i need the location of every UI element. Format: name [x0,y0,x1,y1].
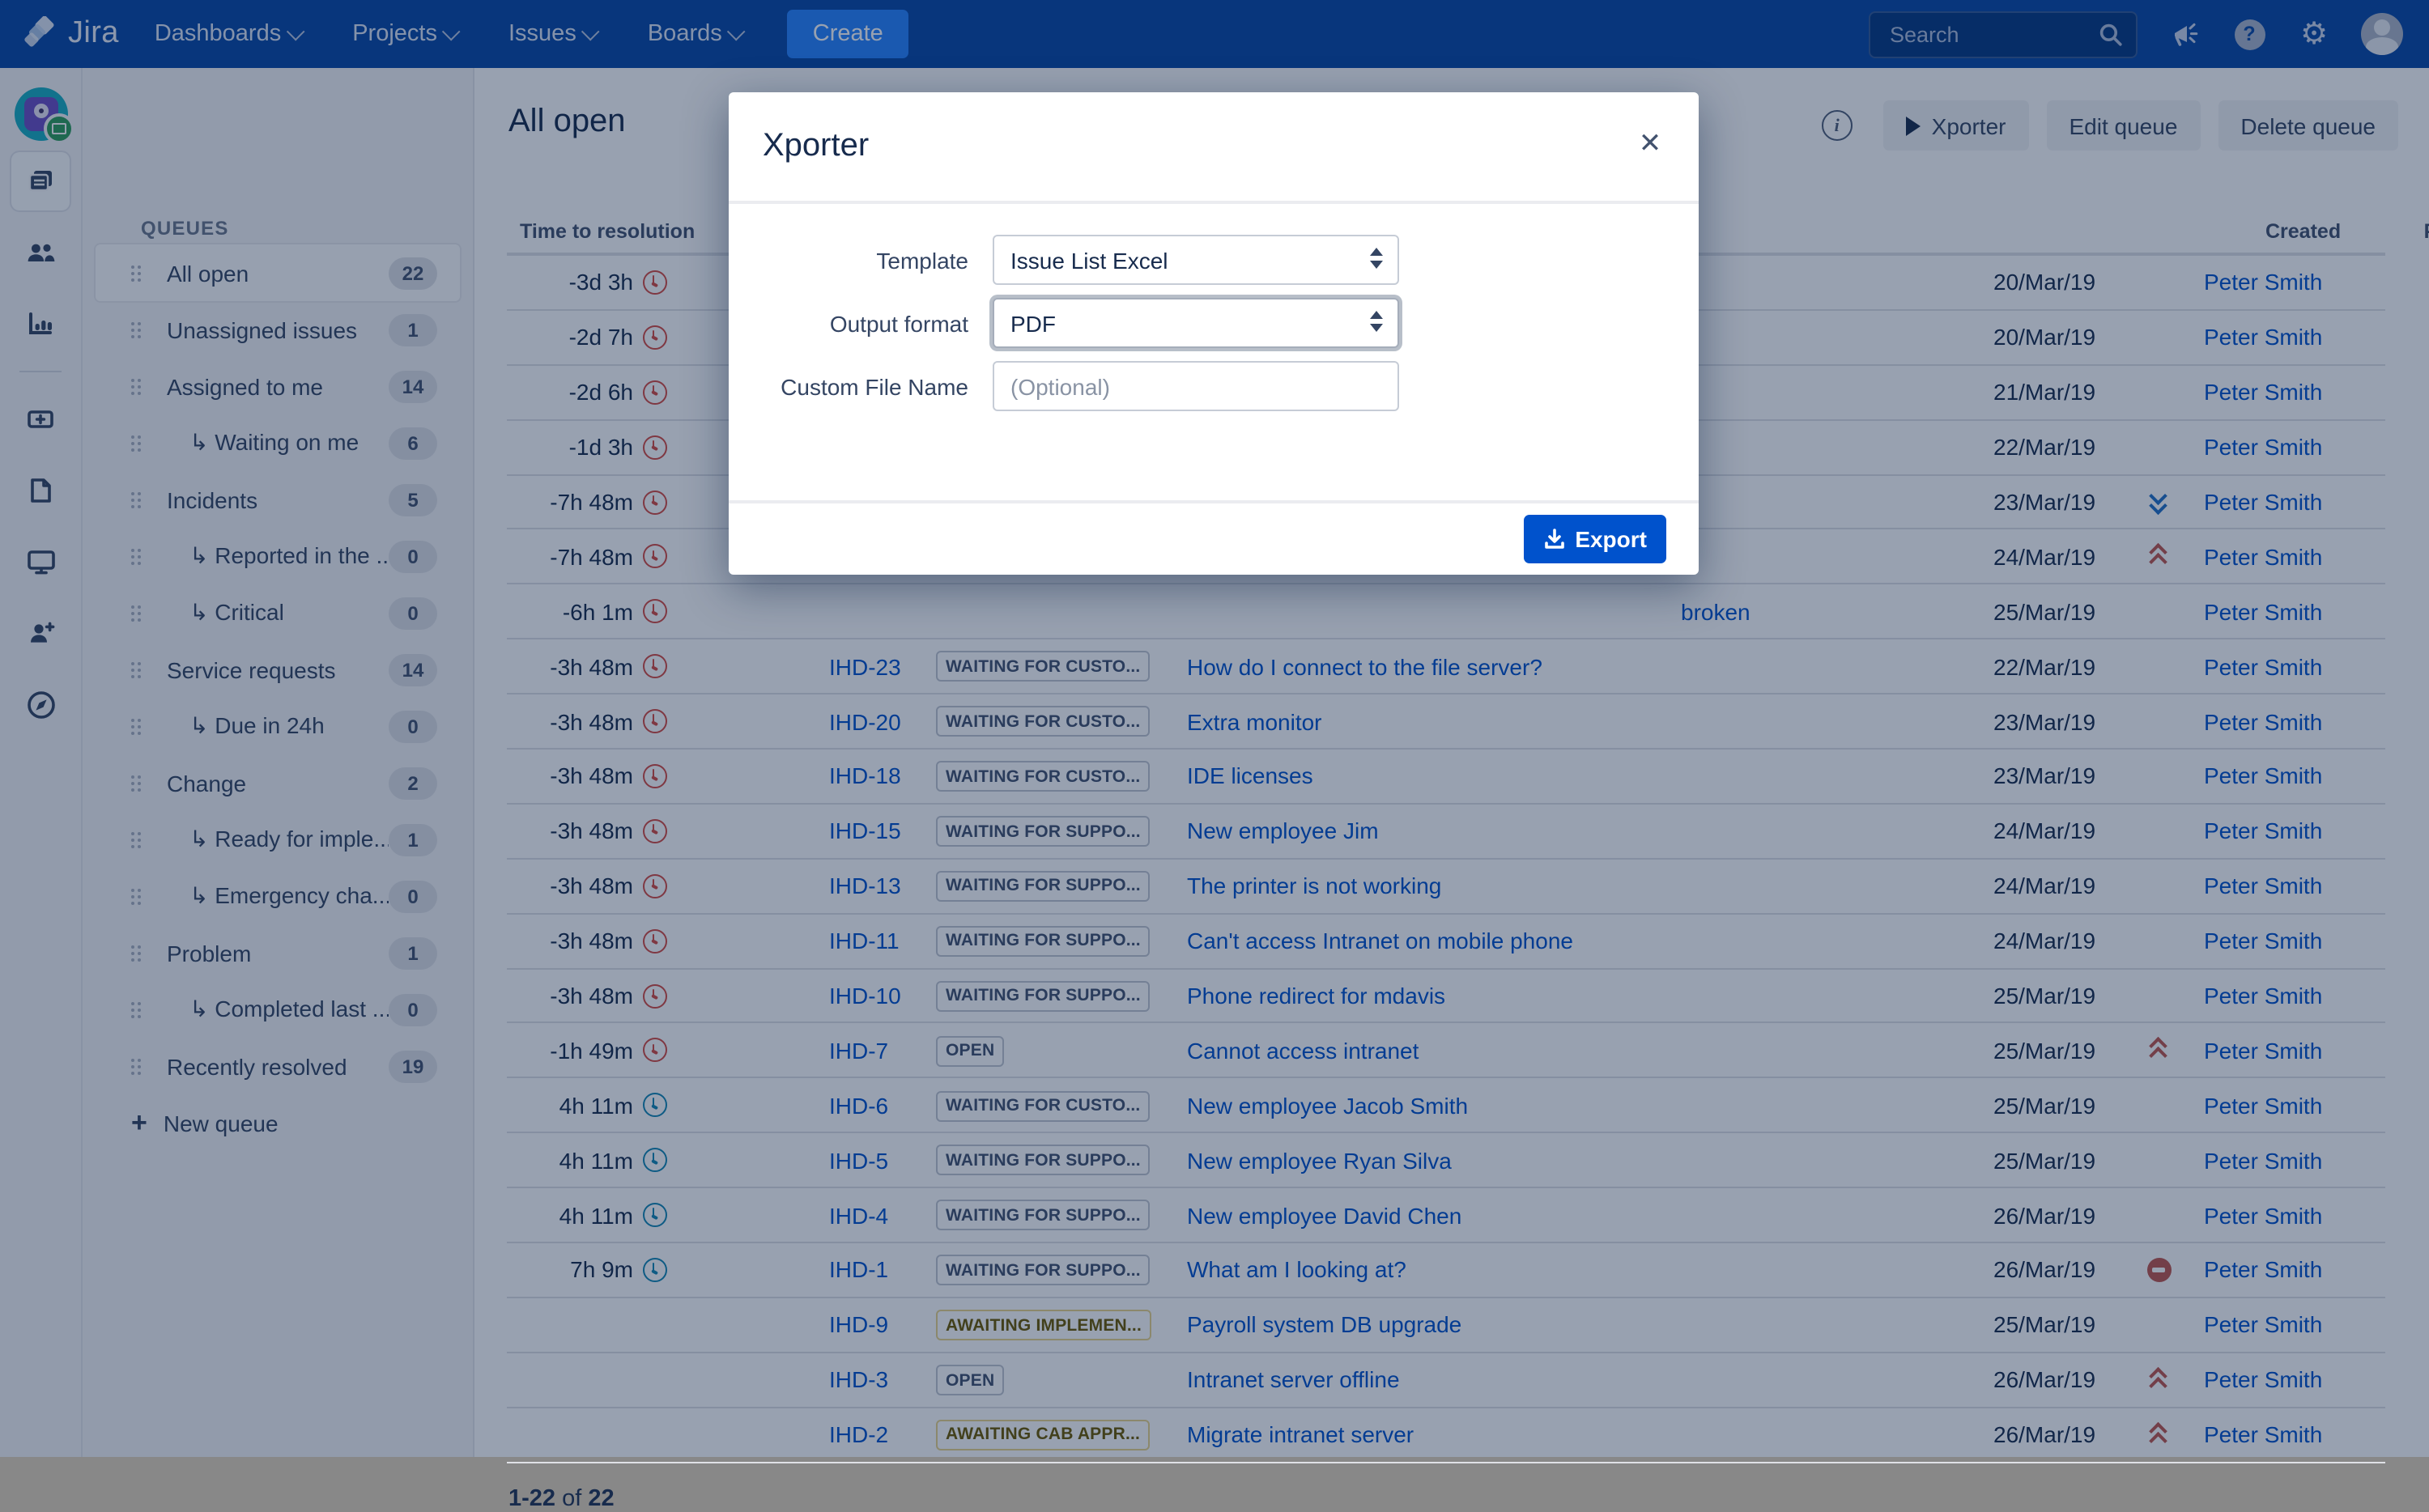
select-spinner-icon [1370,311,1383,331]
template-field-row: Template Issue List Excel [729,235,1699,285]
select-spinner-icon [1370,248,1383,268]
output-format-label: Output format [729,310,968,336]
template-label: Template [729,247,968,273]
custom-file-name-label: Custom File Name [729,373,968,399]
template-select[interactable]: Issue List Excel [993,235,1399,285]
close-icon[interactable]: ✕ [1634,128,1666,160]
custom-file-name-input[interactable] [993,361,1399,411]
download-icon [1542,528,1565,550]
export-button[interactable]: Export [1523,515,1666,563]
modal-header: Xporter ✕ [729,92,1699,204]
output-format-select[interactable]: PDF [993,298,1399,348]
modal-title: Xporter [763,128,869,165]
xporter-modal: Xporter ✕ Template Issue List Excel Outp… [729,92,1699,575]
pagination: 1-22 of 22 [508,1486,615,1512]
output-format-field-row: Output format PDF [729,298,1699,348]
modal-footer: Export [729,500,1699,575]
custom-file-name-field-row: Custom File Name [729,361,1699,411]
